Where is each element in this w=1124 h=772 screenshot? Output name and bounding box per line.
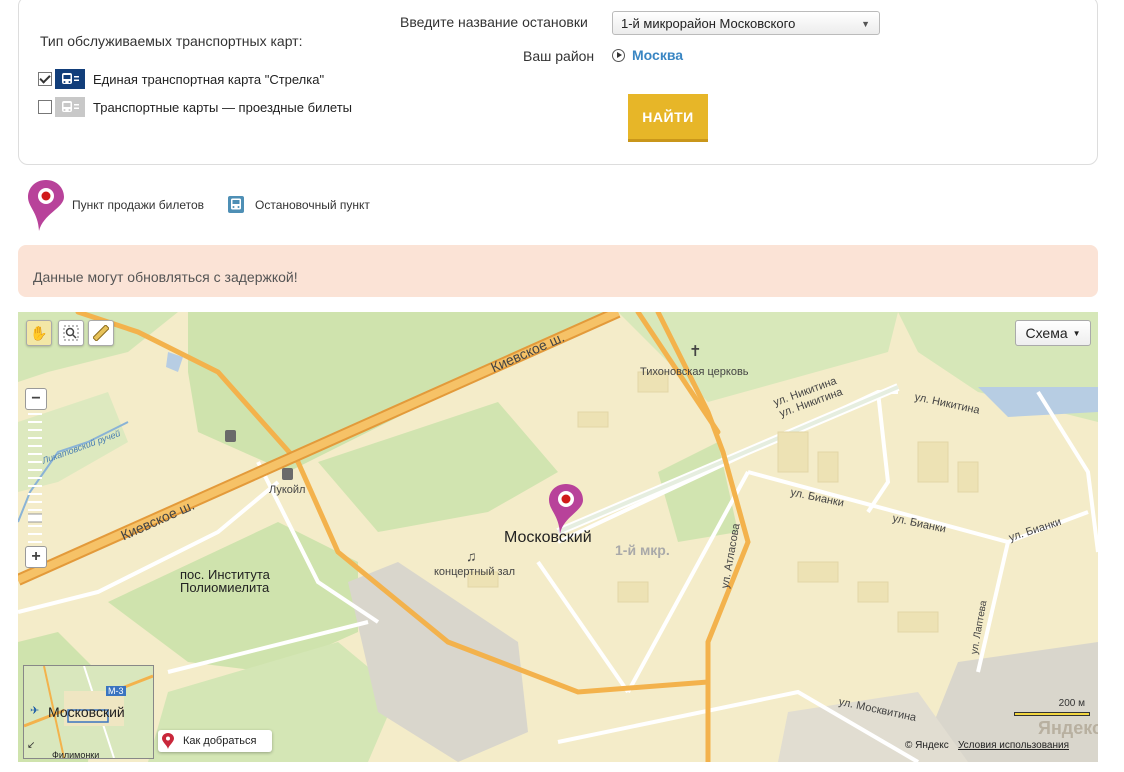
zoom-out-button[interactable]: − [25, 388, 47, 410]
terms-link[interactable]: Условия использования [958, 740, 1069, 751]
zoom-slider[interactable] [28, 410, 42, 554]
card-option-strelka[interactable]: Единая транспортная карта "Стрелка" [38, 68, 324, 90]
route-button[interactable]: Как добраться [158, 730, 272, 752]
hand-icon: ✋ [30, 324, 48, 341]
magnifier-icon [63, 325, 79, 341]
airport-icon: ✈ [30, 705, 40, 717]
legend-stop-point-label: Остановочный пункт [255, 198, 370, 212]
scale-line [1014, 712, 1090, 716]
map-legend: Пункт продажи билетов Остановочный пункт [26, 178, 426, 234]
strelka-checkbox[interactable] [38, 72, 52, 86]
ticket-sale-pin[interactable] [547, 482, 585, 536]
card-option-label: Транспортные карты — проездные билеты [93, 99, 353, 115]
place-label-lukoil: Лукойл [269, 484, 306, 496]
find-button[interactable]: НАЙТИ [628, 94, 708, 142]
stop-select-value: 1-й микрорайон Московского [621, 16, 796, 31]
bus-card-icon [55, 97, 85, 117]
place-label-church: Тихоновская церковь [640, 366, 749, 378]
map-type-label: Схема [1025, 325, 1068, 341]
chevron-down-icon: ▼ [1072, 328, 1081, 338]
card-type-title: Тип обслуживаемых транспортных карт: [40, 33, 303, 49]
ruler-icon [93, 325, 109, 341]
card-option-tickets[interactable]: Транспортные карты — проездные билеты [38, 96, 352, 118]
district-label: Ваш район [523, 48, 595, 64]
zoom-in-button[interactable]: + [25, 546, 47, 568]
minimap[interactable]: М-3 ✈ Московский Филимонки ↙ [23, 665, 154, 759]
fuel-station-icon [225, 430, 236, 442]
delay-notice-text: Данные могут обновляться с задержкой! [33, 269, 298, 285]
fuel-station-icon [282, 468, 293, 480]
map-type-select[interactable]: Схема ▼ [1015, 320, 1091, 346]
pan-tool-button[interactable]: ✋ [26, 320, 52, 346]
zoom-area-button[interactable] [58, 320, 84, 346]
map-view[interactable]: Киевское ш. Киевское ш. ул. Никитина ул.… [18, 312, 1098, 762]
legend-sale-point-label: Пункт продажи билетов [72, 198, 205, 212]
church-icon: ✝ [689, 343, 702, 360]
minimap-label: Московский [48, 704, 125, 720]
collapse-minimap-icon[interactable]: ↙ [27, 740, 35, 751]
route-pin-icon [162, 733, 174, 749]
minimap-highway-label: М-3 [106, 686, 126, 696]
district-link[interactable]: Москва [612, 47, 683, 63]
stop-select[interactable]: 1-й микрорайон Московского ▼ [612, 11, 880, 35]
sale-point-pin-icon [28, 180, 64, 231]
district-value: Москва [632, 47, 684, 63]
place-label-microdistrict: 1-й мкр. [615, 542, 670, 558]
play-icon [612, 48, 625, 62]
minimap-bottom-label: Филимонки [52, 750, 100, 759]
yandex-logo: Яндекс [1038, 718, 1098, 738]
music-note-icon: ♫ [466, 548, 477, 564]
copyright-text: © Яндекс [905, 740, 949, 751]
route-button-label: Как добраться [183, 735, 257, 747]
card-option-label: Единая транспортная карта "Стрелка" [93, 71, 325, 87]
scale-label: 200 м [1058, 698, 1085, 709]
place-label-settlement: пос. Института Полиомиелита [180, 567, 270, 595]
delay-notice: Данные могут обновляться с задержкой! [18, 245, 1098, 297]
bus-stop-icon [228, 196, 244, 213]
chevron-down-icon: ▼ [861, 19, 870, 29]
bus-card-icon [55, 69, 85, 89]
ruler-button[interactable] [88, 320, 114, 346]
tickets-checkbox[interactable] [38, 100, 52, 114]
stop-label: Введите название остановки [400, 14, 588, 30]
place-label-concert-hall: концертный зал [434, 566, 516, 578]
